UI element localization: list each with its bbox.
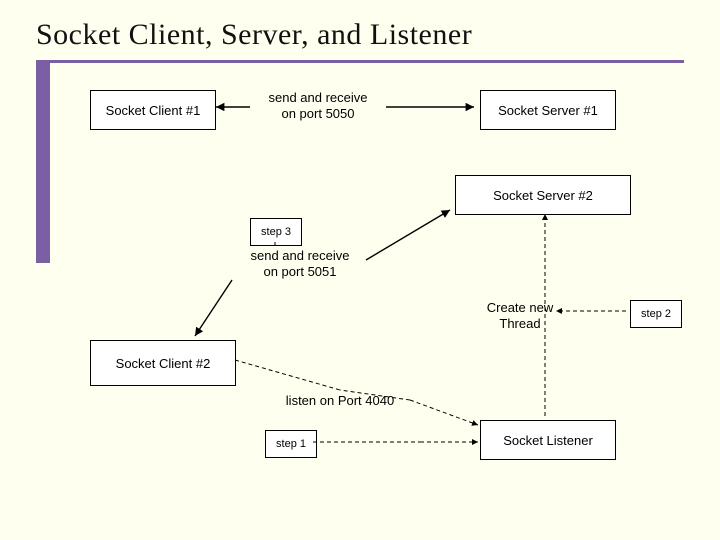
diagram: Socket Client #1 send and receiveon port… <box>90 90 670 490</box>
page-title: Socket Client, Server, and Listener <box>36 18 472 52</box>
accent-tab <box>36 63 50 263</box>
title-rule <box>36 60 684 63</box>
